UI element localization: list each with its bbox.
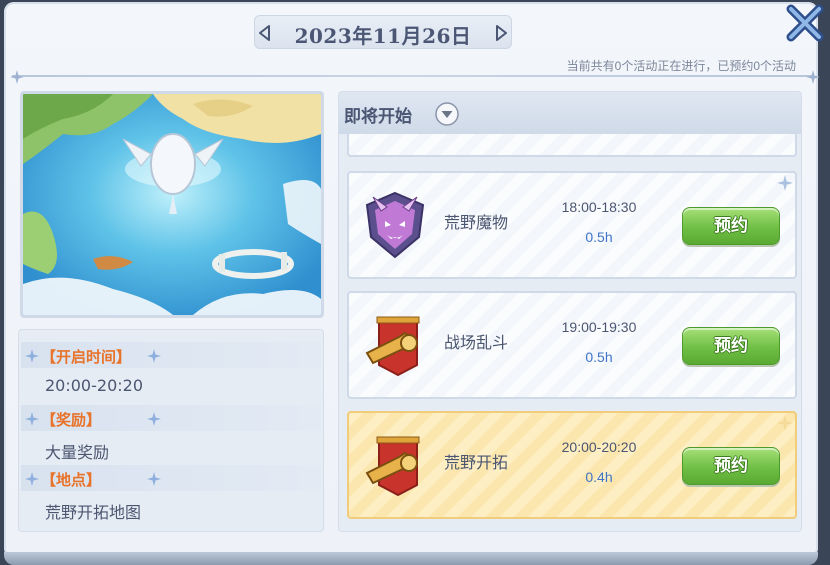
location-header: 【地点】 [21, 465, 321, 491]
horn-banner-icon [359, 429, 431, 501]
open-time-header: 【开启时间】 [21, 342, 321, 368]
reserve-button[interactable]: 预约 [682, 207, 780, 245]
location-value: 荒野开拓地图 [45, 503, 142, 522]
sparkle-icon [147, 411, 161, 426]
activity-info-box: 【开启时间】 20:00-20:20 【奖励】 大量奖励 【地点】 荒野开拓地图 [18, 329, 324, 532]
reserve-button-label: 预约 [714, 336, 748, 356]
open-time-value: 20:00-20:20 [45, 376, 143, 395]
reward-header: 【奖励】 [21, 405, 321, 431]
activity-time: 18:00-18:30 [561, 199, 637, 215]
close-icon[interactable] [786, 4, 824, 42]
panel-bottom-edge [4, 552, 818, 565]
date-selector: 2023年11月26日 [254, 15, 512, 49]
sparkle-icon [10, 69, 24, 84]
demon-mask-emblem-icon [359, 189, 431, 261]
activity-name: 荒野开拓 [444, 453, 509, 472]
location-label: 【地点】 [41, 471, 102, 489]
reserve-button[interactable]: 预约 [682, 447, 780, 485]
activity-duration: 0.5h [585, 349, 613, 365]
sparkle-icon [777, 415, 793, 431]
current-date: 2023年11月26日 [294, 24, 472, 48]
list-item-active: 荒野开拓 20:00-20:20 0.4h 预约 [347, 411, 797, 519]
activity-time: 20:00-20:20 [561, 439, 637, 455]
sparkle-icon [777, 175, 793, 191]
activity-list[interactable]: 即将开始 荒野魔物 18:00-18:30 0.5h 预约 战场乱斗 19:00… [338, 91, 802, 532]
reward-label: 【奖励】 [41, 411, 102, 429]
header-divider [12, 75, 812, 77]
list-header: 即将开始 [339, 92, 801, 134]
list-item: 荒野魔物 18:00-18:30 0.5h 预约 [347, 171, 797, 279]
activity-status-text: 当前共有0个活动正在进行，已预约0个活动 [566, 59, 796, 73]
sparkle-icon [25, 471, 39, 486]
sparkle-icon [147, 348, 161, 363]
reward-value: 大量奖励 [45, 443, 110, 462]
activity-name: 战场乱斗 [444, 333, 509, 352]
sparkle-icon [147, 471, 161, 486]
reserve-button-label: 预约 [714, 216, 748, 236]
reserve-button-label: 预约 [714, 456, 748, 476]
activity-duration: 0.4h [585, 469, 613, 485]
activity-time: 19:00-19:30 [561, 319, 637, 335]
reserve-button[interactable]: 预约 [682, 327, 780, 365]
location-map-image [20, 91, 324, 318]
open-time-label: 【开启时间】 [41, 348, 132, 366]
activity-name: 荒野魔物 [444, 213, 509, 232]
horn-banner-icon [359, 309, 431, 381]
sparkle-icon [25, 348, 39, 363]
sparkle-icon [806, 69, 820, 84]
list-item-partial [347, 133, 797, 157]
list-item: 战场乱斗 19:00-19:30 0.5h 预约 [347, 291, 797, 399]
activity-duration: 0.5h [585, 229, 613, 245]
list-title: 即将开始 [344, 107, 412, 127]
dropdown-toggle-icon[interactable] [435, 102, 459, 126]
next-date-arrow-icon[interactable] [493, 24, 509, 42]
sparkle-icon [25, 411, 39, 426]
